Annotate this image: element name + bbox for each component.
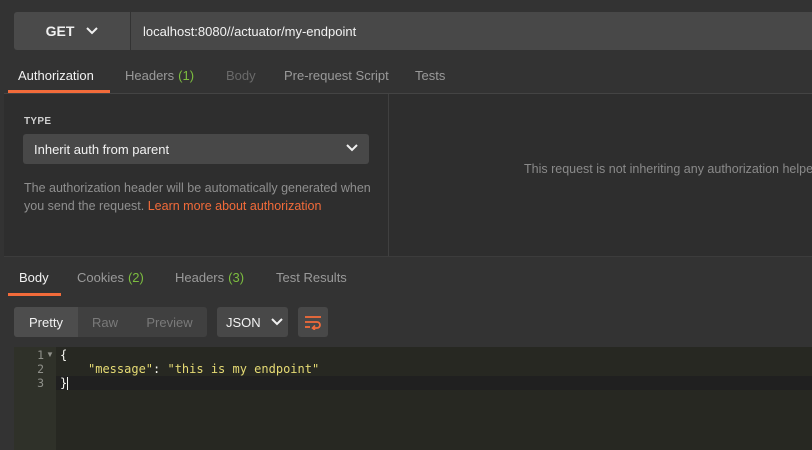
url-text: localhost:8080//actuator/my-endpoint <box>143 23 357 39</box>
tab-test-results[interactable]: Test Results <box>276 257 347 297</box>
auth-description: The authorization header will be automat… <box>24 179 374 215</box>
tab-label: Cookies <box>77 269 124 285</box>
tab-pre-request-script[interactable]: Pre-request Script <box>284 58 389 93</box>
tab-response-headers[interactable]: Headers (3) <box>175 257 244 297</box>
chevron-down-icon <box>86 27 99 35</box>
fold-arrow-icon[interactable]: ▼ <box>46 350 54 359</box>
response-toolbar: Pretty Raw Preview JSON <box>4 297 812 347</box>
line-number: 2 <box>37 362 44 376</box>
active-line-highlight <box>56 376 812 390</box>
tab-label: Body <box>19 269 49 285</box>
tab-tests[interactable]: Tests <box>415 58 445 93</box>
response-headers-count: (3) <box>228 269 245 285</box>
preview-button[interactable]: Preview <box>132 307 207 337</box>
response-tabs: Body Cookies (2) Headers (3) Test Result… <box>4 256 812 297</box>
auth-type-section: TYPE Inherit auth from parent The author… <box>4 94 389 256</box>
format-label: JSON <box>226 314 261 330</box>
active-tab-indicator <box>8 90 110 93</box>
tab-label: Headers <box>125 68 175 83</box>
chevron-down-icon <box>346 144 358 152</box>
wrap-lines-button[interactable] <box>298 307 328 337</box>
json-value: "this is my endpoint" <box>167 362 320 376</box>
auth-type-select[interactable]: Inherit auth from parent <box>23 134 369 164</box>
wrap-lines-icon <box>305 316 321 330</box>
code-line-1: { <box>60 348 67 362</box>
tab-label: Authorization <box>18 68 94 83</box>
code-line-2: "message": "this is my endpoint" <box>88 362 319 376</box>
tab-label: Body <box>226 68 256 83</box>
json-key: "message" <box>88 362 154 376</box>
url-input[interactable]: localhost:8080//actuator/my-endpoint <box>131 12 812 50</box>
open-brace: { <box>60 348 68 362</box>
pretty-button[interactable]: Pretty <box>14 307 78 337</box>
tab-label: Tests <box>415 68 446 83</box>
raw-button[interactable]: Raw <box>78 307 132 337</box>
text-cursor <box>67 377 69 390</box>
line-number-gutter: 1 ▼ 2 3 <box>14 347 56 450</box>
cookies-count: (2) <box>127 269 144 285</box>
learn-more-auth-link[interactable]: Learn more about authorization <box>148 199 322 213</box>
tab-cookies[interactable]: Cookies (2) <box>77 257 144 297</box>
tab-response-body[interactable]: Body <box>19 257 49 297</box>
authorization-panel: TYPE Inherit auth from parent The author… <box>4 94 812 256</box>
tab-body[interactable]: Body <box>226 58 256 93</box>
request-url-bar: GET localhost:8080//actuator/my-endpoint <box>0 0 812 58</box>
json-colon: : <box>153 362 168 376</box>
tab-label: Test Results <box>276 269 347 285</box>
chevron-down-icon <box>270 318 283 326</box>
format-select[interactable]: JSON <box>217 307 288 337</box>
tab-authorization[interactable]: Authorization <box>18 58 94 93</box>
view-mode-toggle: Pretty Raw Preview <box>14 307 207 337</box>
tab-label: Headers <box>175 269 225 285</box>
request-tabs: Authorization Headers (1) Body Pre-reque… <box>4 58 812 94</box>
headers-count: (1) <box>178 68 195 83</box>
line-number: 3 <box>37 376 44 390</box>
tab-headers[interactable]: Headers (1) <box>125 58 194 93</box>
response-body-editor[interactable]: 1 ▼ 2 3 { "message": "this is my endpoin… <box>14 347 812 450</box>
active-tab-indicator <box>8 293 61 296</box>
method-label: GET <box>45 23 75 39</box>
auth-type-value: Inherit auth from parent <box>34 141 170 157</box>
auth-inherit-message: This request is not inheriting any autho… <box>524 162 812 176</box>
line-number: 1 <box>37 348 44 362</box>
tab-label: Pre-request Script <box>284 68 389 83</box>
code-line-3: } <box>60 376 69 390</box>
auth-type-label: TYPE <box>24 116 52 127</box>
close-brace: } <box>60 376 68 390</box>
method-select[interactable]: GET <box>14 12 130 50</box>
